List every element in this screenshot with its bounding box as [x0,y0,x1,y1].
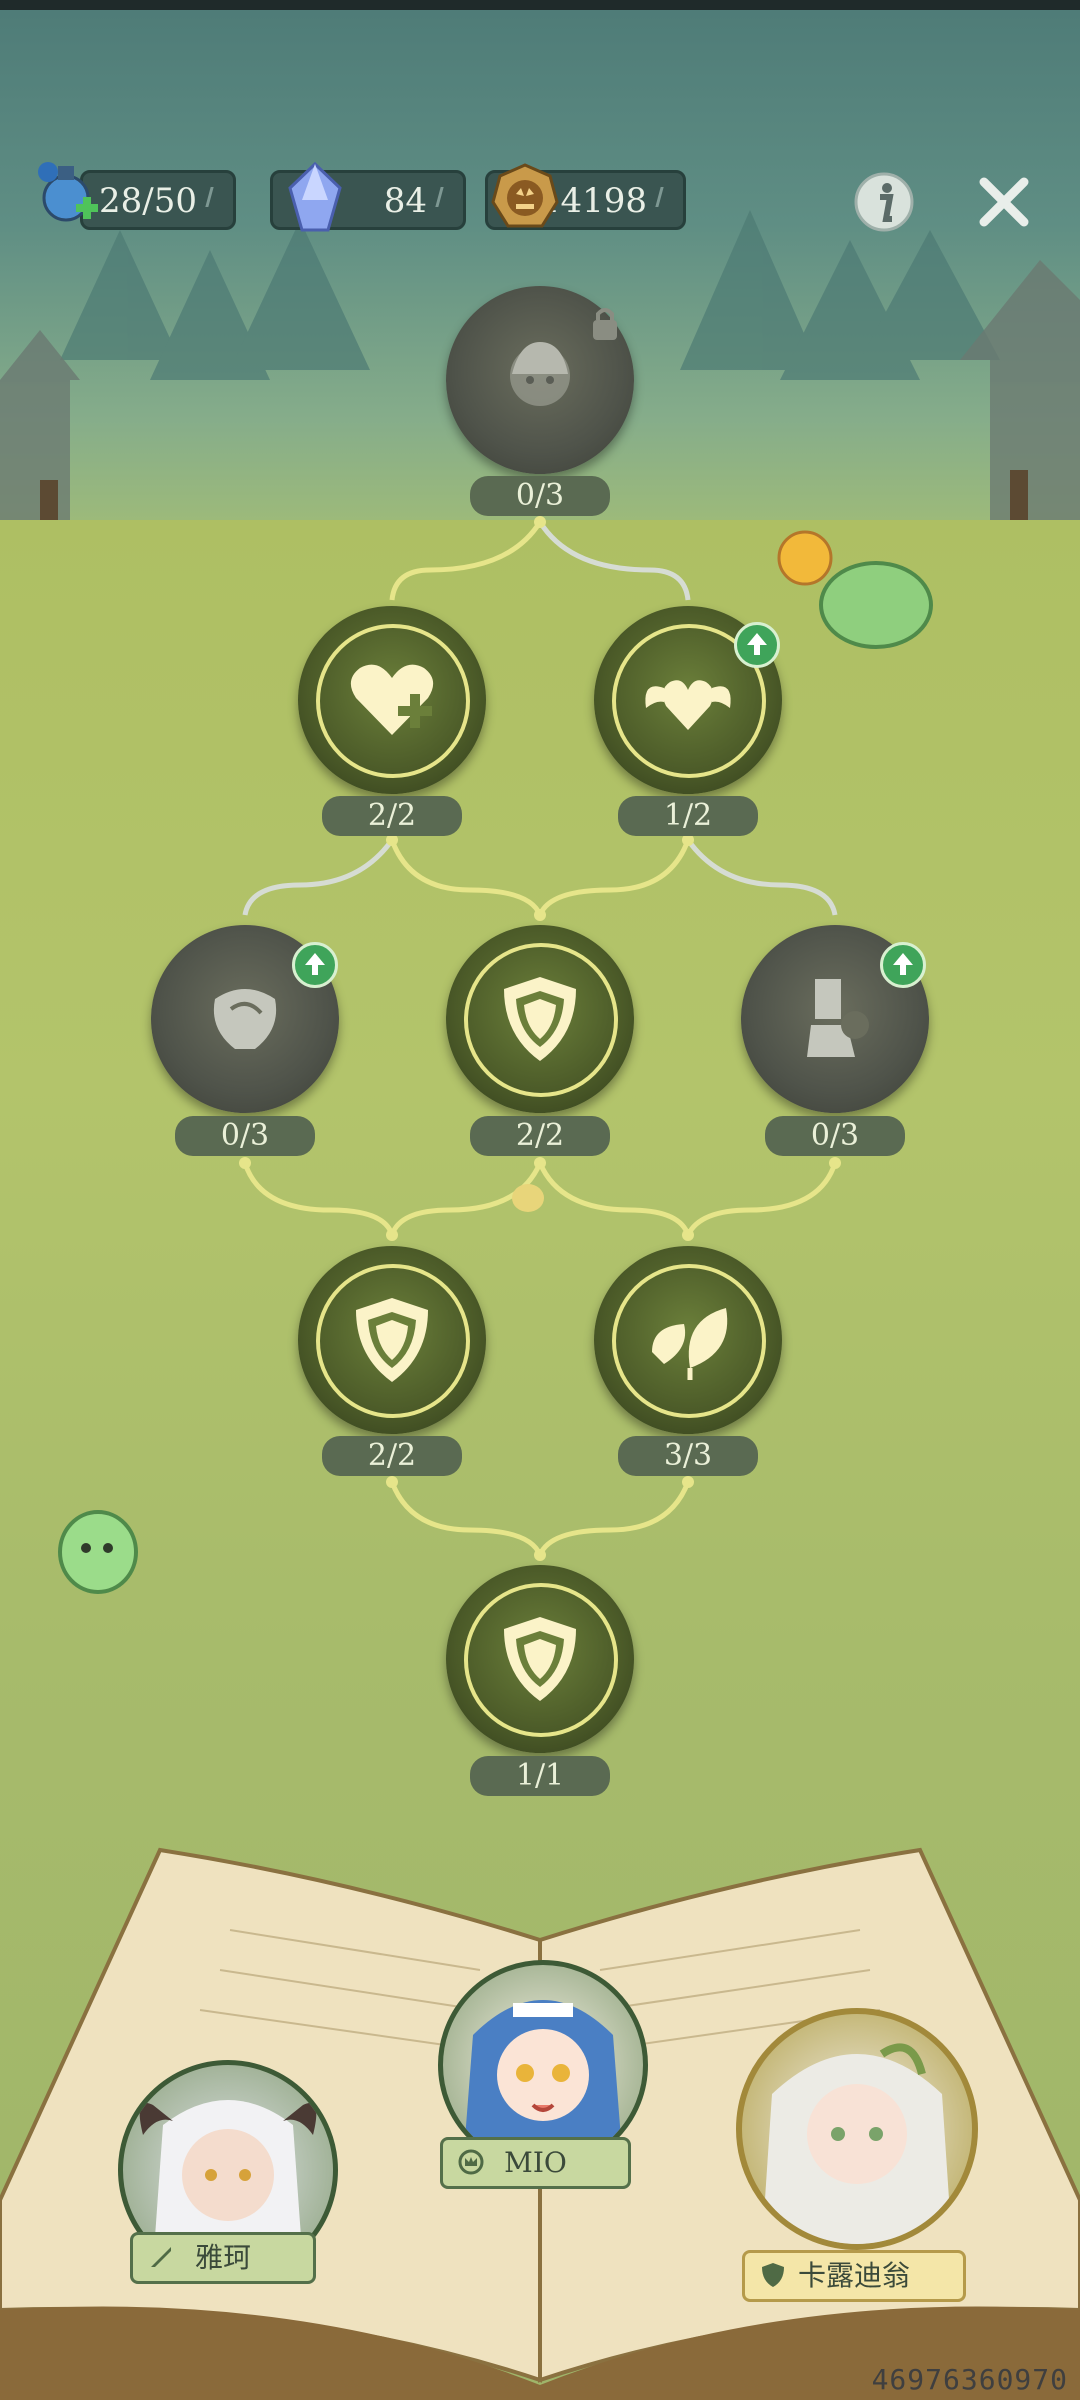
team-book: 雅珂 MIO 卡露迪翁 [0,1840,1080,2400]
upgrade-available-icon [880,942,926,988]
character-portrait [463,2000,623,2165]
winged-heart-icon [645,680,731,730]
skill-count: 0/3 [470,476,610,516]
skill-node-shield[interactable] [298,1246,486,1434]
shield-icon [356,1298,428,1382]
character-name-tag: MIO [440,2137,631,2189]
skill-node-shield[interactable] [446,1565,634,1753]
shield-icon [504,977,576,1061]
skill-count: 0/3 [765,1116,905,1156]
skill-count: 1/2 [618,796,758,836]
crown-icon [458,2149,484,2175]
build-id: 46976360970 [871,2363,1068,2396]
skill-node-shield[interactable] [446,925,634,1113]
sword-icon [151,2247,171,2267]
character-name: 雅珂 [194,2241,251,2274]
broken-pillar-icon [807,979,869,1057]
leaf-icon [652,1308,728,1380]
game-screen: 28/50 84 14198 0/3 2/2 1/2 0/3 2/2 0/3 2… [0,0,1080,2400]
rose-icon [213,989,277,1049]
skill-count: 1/1 [470,1756,610,1796]
avatar-kaludiweng[interactable] [736,2008,978,2250]
lock-icon [593,308,617,340]
character-name: MIO [504,2146,567,2179]
character-name: 卡露迪翁 [797,2259,910,2292]
upgrade-available-icon [734,622,780,668]
skill-count: 2/2 [470,1116,610,1156]
shield-icon [762,2263,784,2287]
character-portrait [762,2043,952,2244]
heart-plus-icon [350,664,434,735]
skill-count: 3/3 [618,1436,758,1476]
skill-count: 0/3 [175,1116,315,1156]
skill-count: 2/2 [322,796,462,836]
skill-node-leaf[interactable] [594,1246,782,1434]
shield-icon [504,1617,576,1701]
upgrade-available-icon [292,942,338,988]
character-name-tag: 雅珂 [130,2232,316,2284]
skill-node-heart-plus[interactable] [298,606,486,794]
character-name-tag: 卡露迪翁 [742,2250,966,2302]
skill-count: 2/2 [322,1436,462,1476]
character-portrait-icon [510,342,570,406]
